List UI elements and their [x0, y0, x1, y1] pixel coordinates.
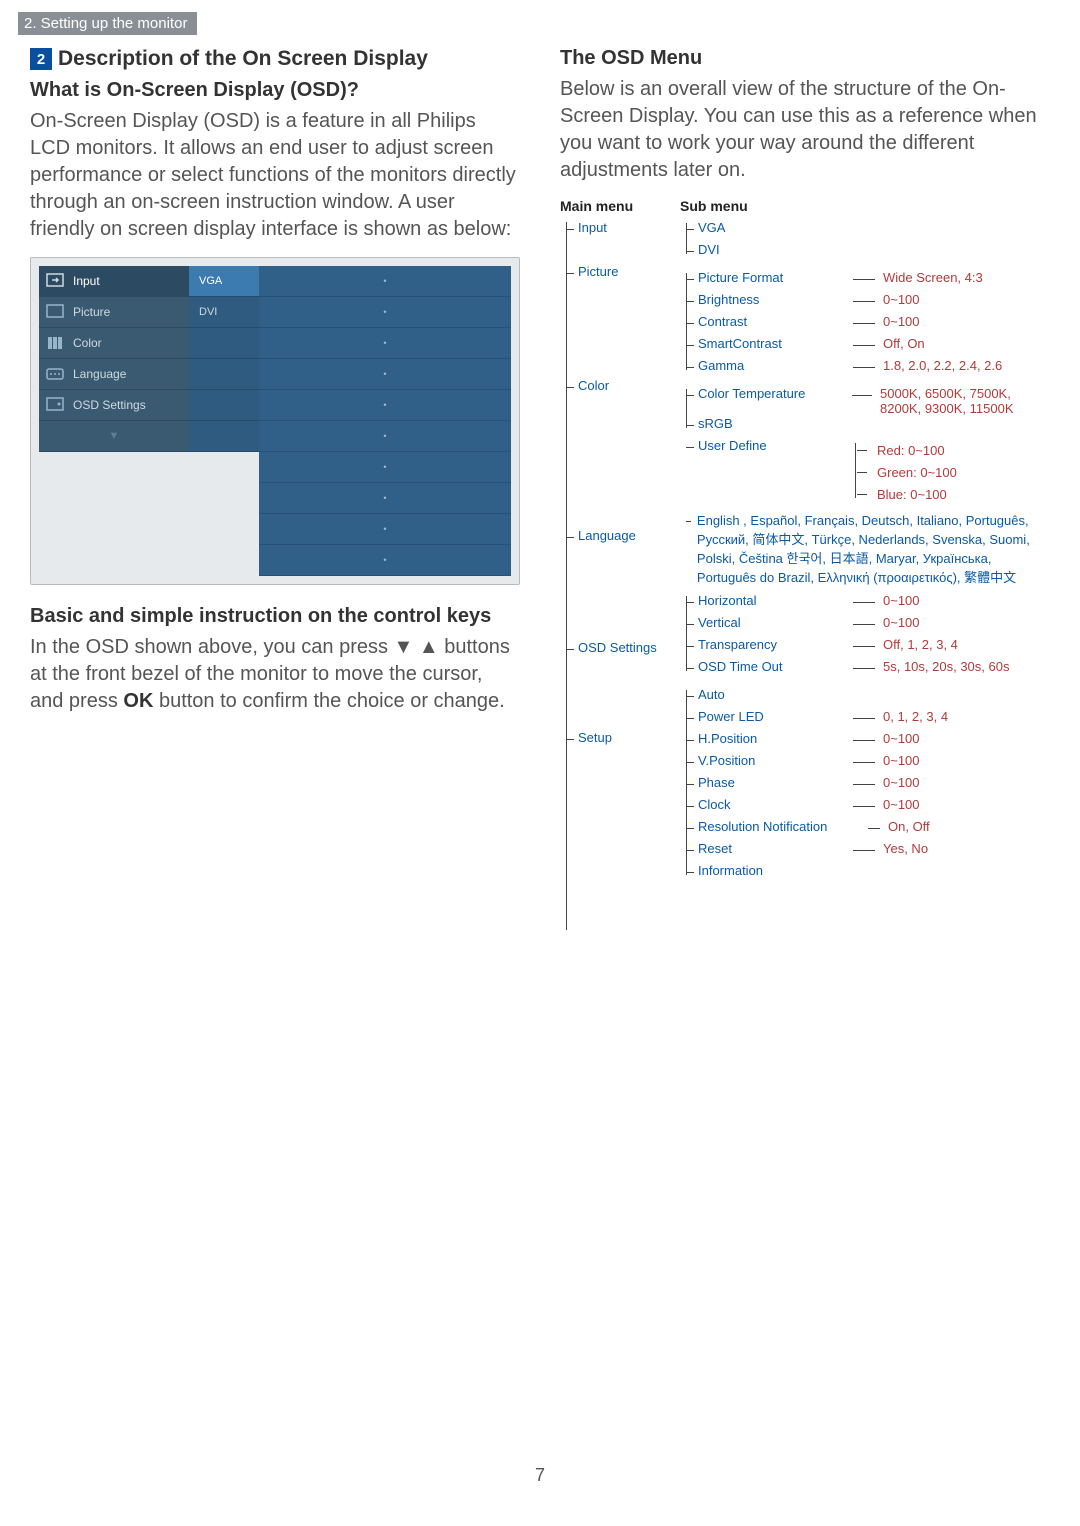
sub-phase: Phase [698, 775, 853, 790]
sub-menu-col: VGA DVI Picture Format Wide Screen, 4:3 B… [680, 220, 1050, 970]
paragraph-basic-instruction: In the OSD shown above, you can press ▼ … [30, 634, 520, 715]
sub-srgb: sRGB [698, 416, 853, 431]
group-input: VGA DVI [680, 220, 1050, 264]
osd-label: Color [73, 336, 102, 350]
sub-reset: Reset [698, 841, 853, 856]
sub-brightness: Brightness [698, 292, 853, 307]
sub-gamma: Gamma [698, 358, 853, 373]
sub-vga: VGA [698, 220, 853, 235]
val-blue: Blue: 0~100 [867, 484, 957, 506]
osd-label: Input [73, 274, 100, 288]
sub-h-position: H.Position [698, 731, 853, 746]
osd-sub-dvi: DVI [189, 297, 259, 328]
picture-icon [45, 303, 65, 321]
section-title: Description of the On Screen Display [58, 47, 428, 71]
val: 0~100 [883, 731, 920, 746]
right-column: The OSD Menu Below is an overall view of… [560, 41, 1050, 970]
val: Yes, No [883, 841, 928, 856]
sub-smartcontrast: SmartContrast [698, 336, 853, 351]
osd-label: Picture [73, 305, 110, 319]
main-input: Input [560, 220, 680, 264]
sub-auto: Auto [698, 687, 853, 702]
language-list: English , Español, Français, Deutsch, It… [697, 512, 1050, 587]
val: Off, On [883, 336, 925, 351]
group-picture: Picture Format Wide Screen, 4:3 Brightnes… [680, 270, 1050, 380]
val: 0~100 [883, 753, 920, 768]
group-language: English , Español, Français, Deutsch, It… [680, 512, 1050, 587]
osd-item-input: Input [39, 266, 189, 297]
subheading-basic-instruction: Basic and simple instruction on the cont… [30, 605, 520, 628]
val: 0~100 [883, 797, 920, 812]
sub-contrast: Contrast [698, 314, 853, 329]
val-green: Green: 0~100 [867, 462, 957, 484]
main-menu-col: Input Picture Color Language OSD Setting… [560, 220, 680, 970]
sub-transparency: Transparency [698, 637, 853, 652]
osd-item-osd-settings: OSD Settings [39, 390, 189, 421]
section-badge: 2 [30, 48, 52, 70]
input-icon [45, 272, 65, 290]
val: 5s, 10s, 20s, 30s, 60s [883, 659, 1009, 674]
osd-item-color: Color [39, 328, 189, 359]
osd-screenshot: Input Picture Color Language [30, 257, 520, 585]
sub-user-define: User Define [698, 438, 853, 453]
sub-horizontal: Horizontal [698, 593, 853, 608]
text: button to confirm the choice or change. [153, 690, 504, 712]
chapter-header: 2. Setting up the monitor [18, 12, 197, 35]
sub-power-led: Power LED [698, 709, 853, 724]
val: 5000K, 6500K, 7500K, 8200K, 9300K, 11500… [880, 386, 1050, 416]
sub-v-position: V.Position [698, 753, 853, 768]
val: 0~100 [883, 292, 920, 307]
header-sub-menu: Sub menu [680, 198, 860, 214]
val: Off, 1, 2, 3, 4 [883, 637, 958, 652]
paragraph-osd-intro: On-Screen Display (OSD) is a feature in … [30, 108, 520, 243]
sub-vertical: Vertical [698, 615, 853, 630]
val: 0~100 [883, 775, 920, 790]
val: Wide Screen, 4:3 [883, 270, 983, 285]
osd-submenu-col: VGA DVI [189, 266, 259, 576]
sub-clock: Clock [698, 797, 853, 812]
ok-key: OK [123, 690, 153, 712]
val: 0~100 [883, 314, 920, 329]
osd-tree: Main menu Sub menu Input Picture Color L… [560, 198, 1050, 970]
group-osd-settings: Horizontal 0~100 Vertical 0~100 Transparen… [680, 593, 1050, 681]
group-color: Color Temperature 5000K, 6500K, 7500K, 82… [680, 386, 1050, 506]
osd-value-col: •••• •••• •• [259, 266, 511, 576]
main-picture: Picture [560, 264, 680, 378]
osd-down-arrow: ▼ [39, 421, 189, 452]
osd-item-picture: Picture [39, 297, 189, 328]
osd-menu-intro: Below is an overall view of the structur… [560, 76, 1050, 184]
sub-resolution-notification: Resolution Notification [698, 819, 868, 834]
main-color: Color [560, 378, 680, 528]
header-main-menu: Main menu [560, 198, 680, 214]
osd-label: Language [73, 367, 126, 381]
left-column: 2 Description of the On Screen Display W… [30, 41, 520, 970]
group-setup: Auto Power LED 0, 1, 2, 3, 4 H.Position 0~… [680, 687, 1050, 885]
section-heading: 2 Description of the On Screen Display [30, 47, 520, 71]
osd-item-language: Language [39, 359, 189, 390]
user-define-tree: Red: 0~100 Green: 0~100 Blue: 0~100 [853, 440, 957, 506]
osd-menu-title: The OSD Menu [560, 47, 1050, 70]
val: 1.8, 2.0, 2.2, 2.4, 2.6 [883, 358, 1002, 373]
color-icon [45, 334, 65, 352]
sub-osd-time-out: OSD Time Out [698, 659, 853, 674]
val-red: Red: 0~100 [867, 440, 957, 462]
page-number: 7 [0, 1465, 1080, 1486]
val: 0~100 [883, 593, 920, 608]
main-osd-settings: OSD Settings [560, 640, 680, 730]
osd-sub-vga: VGA [189, 266, 259, 297]
sub-picture-format: Picture Format [698, 270, 853, 285]
main-setup: Setup [560, 730, 680, 970]
val: On, Off [888, 819, 930, 834]
settings-icon [45, 396, 65, 414]
sub-color-temperature: Color Temperature [698, 386, 852, 401]
sub-dvi: DVI [698, 242, 853, 257]
subheading-what-is-osd: What is On-Screen Display (OSD)? [30, 79, 520, 102]
language-icon [45, 365, 65, 383]
val: 0, 1, 2, 3, 4 [883, 709, 948, 724]
sub-information: Information [698, 863, 853, 878]
main-language: Language [560, 528, 680, 640]
val: 0~100 [883, 615, 920, 630]
osd-label: OSD Settings [73, 398, 146, 412]
